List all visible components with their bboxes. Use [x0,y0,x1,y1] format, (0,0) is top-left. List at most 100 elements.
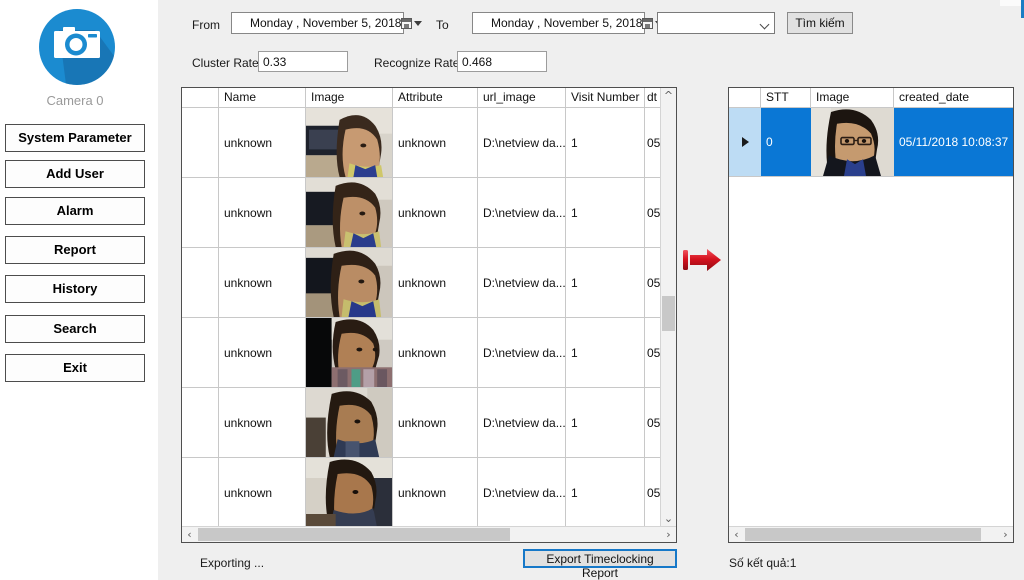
column-header-url-image[interactable]: url_image [478,88,566,107]
cell-visit-number: 1 [566,458,645,528]
table-row[interactable]: unknown unknown D:\netview [182,248,662,318]
export-status-text: Exporting ... [200,556,264,570]
filter-combo-box[interactable] [657,12,775,34]
from-date-value: Monday , November 5, 2018 [232,16,401,30]
scroll-left-button[interactable]: ‹ [729,527,744,542]
cell-attribute: unknown [393,388,478,457]
cell-attribute: unknown [393,178,478,247]
arrow-right-icon [681,245,723,278]
cell-name: unknown [219,178,306,247]
table-row[interactable]: unknown unknown D:\netview da... [182,458,662,528]
column-header-name[interactable]: Name [219,88,306,107]
chevron-left-icon: ‹ [187,529,191,540]
cell-url-image: D:\netview da... [478,108,566,177]
table-row[interactable]: unknown [182,318,662,388]
chevron-right-icon: › [1003,529,1007,540]
cell-visit-number: 1 [566,318,645,387]
chevron-up-icon: ^ [664,90,673,101]
filter-combo-arrow[interactable] [754,21,774,26]
cell-attribute: unknown [393,318,478,387]
column-header-image[interactable]: Image [306,88,393,107]
column-header-visit-number[interactable]: Visit Number [566,88,645,107]
vertical-scroll-thumb[interactable] [662,296,675,331]
cell-stt: 0 [761,108,811,176]
detections-grid[interactable]: Name Image Attribute url_image Visit Num… [181,87,677,543]
chevron-left-icon: ‹ [734,529,738,540]
scroll-down-button[interactable]: ⌄ [661,511,676,526]
column-header-image[interactable]: Image [811,88,894,107]
cell-visit-number: 1 [566,178,645,247]
detections-vertical-scrollbar[interactable]: ^ ⌄ [660,88,676,526]
result-count-text: Số kết quả:1 [729,556,796,570]
cell-url-image: D:\netview da... [478,248,566,317]
recognize-rate-label: Recognize Rate [374,56,459,70]
to-date-picker[interactable]: Monday , November 5, 2018 [472,12,645,34]
results-grid-body: 0 05/11/2 [729,108,1014,177]
scroll-right-button[interactable]: › [998,527,1013,542]
cell-name: unknown [219,388,306,457]
column-header-stt[interactable]: STT [761,88,811,107]
cell-url-image: D:\netview da... [478,178,566,247]
sidebar-item-alarm[interactable]: Alarm [5,197,145,225]
sidebar-item-report[interactable]: Report [5,236,145,264]
chevron-down-icon: ⌄ [664,513,673,524]
row-selector-current[interactable] [729,108,761,176]
column-header-rowselect[interactable] [182,88,219,107]
from-date-picker[interactable]: Monday , November 5, 2018 [231,12,404,34]
scroll-up-button[interactable]: ^ [661,88,676,103]
row-selector[interactable] [182,108,219,177]
chevron-right-icon: › [666,529,670,540]
table-row[interactable]: 0 05/11/2 [729,108,1014,177]
scroll-left-button[interactable]: ‹ [182,527,197,542]
sidebar-item-search[interactable]: Search [5,315,145,343]
table-row[interactable]: unknown unknown D:\netview [182,178,662,248]
chevron-down-icon [414,21,422,26]
table-row[interactable]: unknown unknown D:\netview da... [182,388,662,458]
detections-grid-body: unknown unknown [182,108,662,528]
export-timeclocking-report-button[interactable]: Export Timeclocking Report [523,549,677,568]
sidebar-item-history[interactable]: History [5,275,145,303]
face-thumbnail-5 [306,388,392,457]
sidebar-item-add-user[interactable]: Add User [5,160,145,188]
cell-visit-number: 1 [566,388,645,457]
from-date-dropdown-button[interactable] [401,13,422,33]
scroll-right-button[interactable]: › [661,527,676,542]
row-selector[interactable] [182,388,219,457]
row-selector[interactable] [182,248,219,317]
face-thumbnail-6 [306,458,392,528]
horizontal-scroll-thumb[interactable] [745,528,981,541]
horizontal-scroll-thumb[interactable] [198,528,510,541]
table-row[interactable]: unknown unknown [182,108,662,178]
cell-name: unknown [219,108,306,177]
cell-name: unknown [219,248,306,317]
row-selector[interactable] [182,318,219,387]
calendar-icon [642,18,653,29]
cluster-rate-input[interactable] [258,51,348,72]
face-thumbnail-2 [306,178,392,247]
application-window: Camera 0 System Parameter Add User Alarm… [0,0,1024,580]
recognize-rate-input[interactable] [457,51,547,72]
column-header-attribute[interactable]: Attribute [393,88,478,107]
results-horizontal-scrollbar[interactable]: ‹ › [729,526,1013,542]
results-grid[interactable]: STT Image created_date 0 [728,87,1014,543]
cell-attribute: unknown [393,108,478,177]
sidebar-item-exit[interactable]: Exit [5,354,145,382]
row-selector[interactable] [182,458,219,528]
to-date-value: Monday , November 5, 2018 [473,16,642,30]
cell-image [306,248,393,317]
face-thumbnail-result [811,108,894,176]
calendar-icon [401,18,412,29]
column-header-rowselect[interactable] [729,88,761,107]
cell-attribute: unknown [393,248,478,317]
face-thumbnail-4 [306,318,392,387]
row-selector[interactable] [182,178,219,247]
cell-visit-number: 1 [566,248,645,317]
cell-image [306,388,393,457]
sidebar-item-system-parameter[interactable]: System Parameter [5,124,145,152]
search-button[interactable]: Tìm kiếm [787,12,853,34]
detections-horizontal-scrollbar[interactable]: ‹ › [182,526,676,542]
camera-label: Camera 0 [0,93,150,108]
column-header-created-date[interactable]: created_date [894,88,1013,107]
cell-url-image: D:\netview da... [478,458,566,528]
from-label: From [192,18,220,32]
